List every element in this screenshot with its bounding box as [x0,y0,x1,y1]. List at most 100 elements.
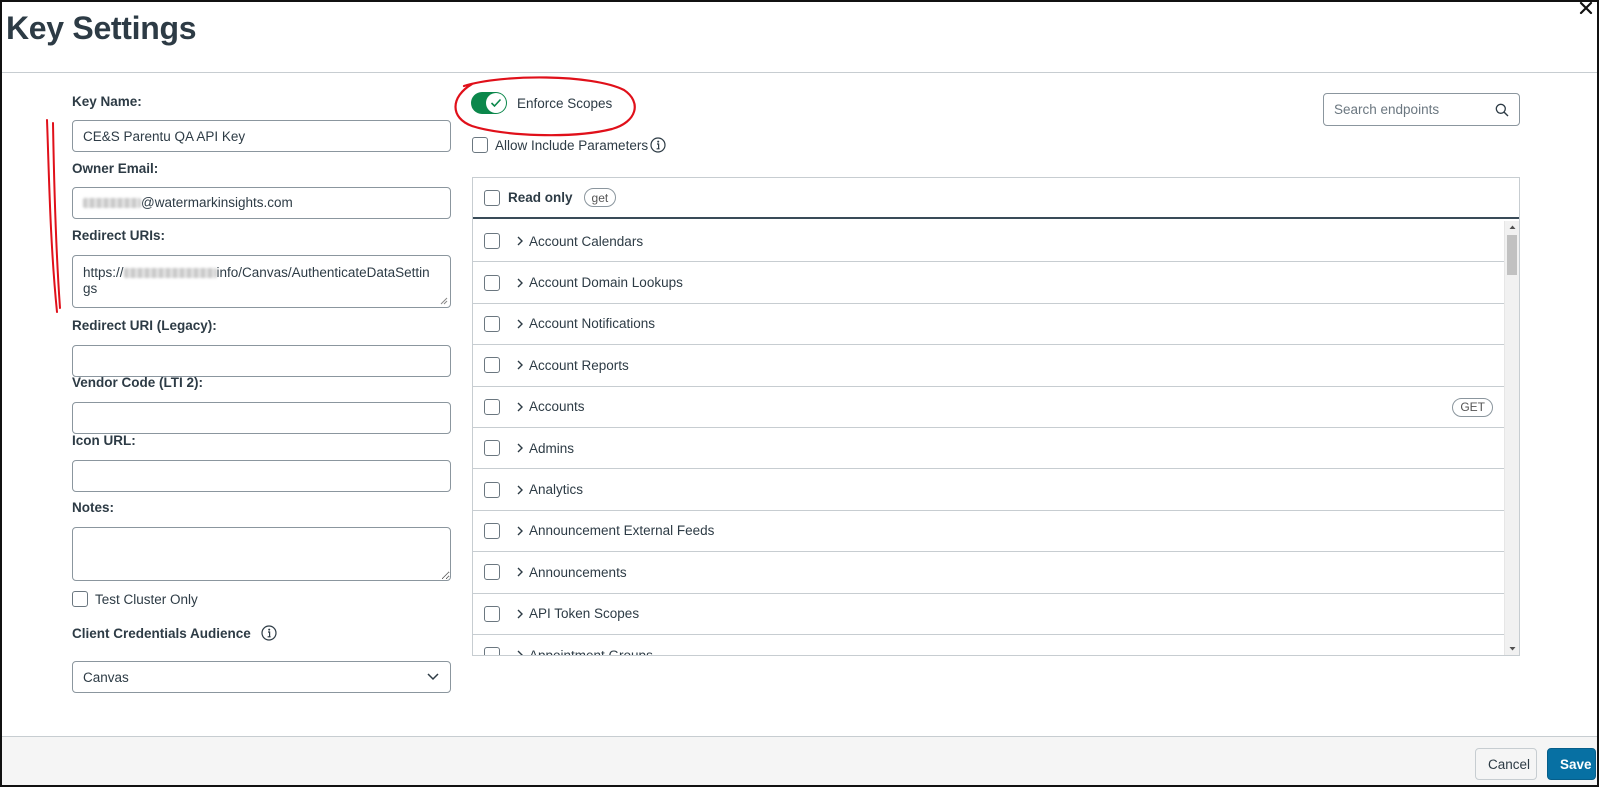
scope-group-name[interactable]: Admins [529,441,574,456]
scope-row[interactable]: Account Calendars [473,221,1505,263]
resize-handle-icon[interactable] [440,297,448,305]
enforce-scopes-toggle[interactable]: Enforce Scopes [471,92,612,114]
scope-group-name[interactable]: Analytics [529,482,583,497]
annotation-bracket [46,119,61,313]
chevron-right-icon[interactable] [514,649,526,655]
scope-checkbox[interactable] [484,647,500,655]
chevron-right-icon[interactable] [514,442,526,454]
search-endpoints-input[interactable]: Search endpoints [1323,93,1520,126]
client-credentials-audience-select[interactable]: Canvas [72,661,451,693]
scope-checkbox[interactable] [484,481,500,498]
chevron-right-icon[interactable] [514,566,526,578]
scope-row[interactable]: Announcements [473,552,1505,594]
close-button[interactable] [1577,2,1595,17]
scope-checkbox[interactable] [484,564,500,581]
read-only-row[interactable]: Read only get [473,178,1519,219]
scroll-down-icon[interactable] [1505,643,1520,655]
redacted-text [83,198,141,209]
test-cluster-only-label: Test Cluster Only [95,591,198,607]
chevron-right-icon[interactable] [514,484,526,496]
scope-row[interactable]: Announcement External Feeds [473,511,1505,553]
redirect-uri-prefix: https:// [83,265,124,280]
close-icon [1579,2,1593,15]
scrollbar-thumb[interactable] [1507,235,1517,275]
method-badge: GET [1452,397,1493,417]
scope-row[interactable]: Appointment Groups [473,635,1505,655]
scope-group-name[interactable]: Appointment Groups [529,648,653,655]
chevron-down-icon [427,673,439,681]
scope-checkbox[interactable] [484,398,500,415]
enforce-scopes-label: Enforce Scopes [517,95,613,111]
key-name-label: Key Name: [72,94,142,109]
scope-checkbox[interactable] [484,315,500,332]
chevron-right-icon[interactable] [514,235,526,247]
key-settings-modal: Key Settings Key Name: Owner Email: @wat… [0,0,1599,787]
scope-row[interactable]: Admins [473,428,1505,470]
redirect-uri-legacy-label: Redirect URI (Legacy): [72,318,217,333]
toggle-knob [486,93,506,113]
scope-group-name[interactable]: Account Notifications [529,316,655,331]
icon-url-label: Icon URL: [72,433,136,448]
scope-group-name[interactable]: Accounts [529,399,585,414]
notes-label: Notes: [72,500,115,515]
redirect-uris-label: Redirect URIs: [72,228,166,243]
notes-textarea[interactable] [72,527,451,581]
icon-url-input[interactable] [72,460,451,492]
test-cluster-only-checkbox[interactable]: Test Cluster Only [72,591,198,607]
checkbox-box[interactable] [472,137,488,153]
scrollbar[interactable] [1504,221,1519,655]
scope-checkbox[interactable] [484,522,500,539]
client-credentials-audience-label: Client Credentials Audience [72,625,251,641]
scope-row[interactable]: Account Reports [473,345,1505,387]
scope-group-name[interactable]: Announcements [529,565,627,580]
chevron-right-icon[interactable] [514,401,526,413]
scroll-up-icon[interactable] [1505,221,1520,233]
scope-row[interactable]: Account Notifications [473,304,1505,346]
key-name-input[interactable] [72,120,451,152]
scope-group-name[interactable]: Announcement External Feeds [529,523,714,538]
scope-row[interactable]: Account Domain Lookups [473,262,1505,304]
chevron-right-icon[interactable] [514,608,526,620]
scope-row[interactable]: Analytics [473,469,1505,511]
scope-group-name[interactable]: API Token Scopes [529,606,639,621]
scope-checkbox[interactable] [484,605,500,622]
allow-include-parameters-label: Allow Include Parameters [495,137,649,153]
scope-group-name[interactable]: Account Reports [529,358,629,373]
scope-checkbox[interactable] [484,440,500,457]
scope-checkbox[interactable] [484,233,500,250]
owner-email-value: @watermarkinsights.com [141,195,293,210]
scope-row[interactable]: API Token Scopes [473,594,1505,635]
owner-email-input[interactable]: @watermarkinsights.com [72,187,451,219]
cancel-button[interactable]: Cancel [1475,748,1537,780]
info-icon[interactable] [650,137,666,153]
chevron-right-icon[interactable] [514,277,526,289]
chevron-right-icon[interactable] [514,318,526,330]
scope-list: Account Calendars Account Domain Lookups A… [473,221,1505,655]
chevron-right-icon[interactable] [514,525,526,537]
scope-checkbox[interactable] [484,357,500,374]
scope-row[interactable]: Accounts GET [473,387,1505,428]
redirect-uri-mid: info/Canvas/AuthenticateDataSettin [216,265,430,280]
toggle-switch[interactable] [471,92,507,114]
scope-group-name[interactable]: Account Calendars [529,234,643,249]
scope-table: Read only get Account Calendars Account D… [472,177,1520,656]
allow-include-parameters-checkbox[interactable]: Allow Include Parameters [472,137,666,153]
owner-email-label: Owner Email: [72,161,159,176]
save-button[interactable]: Save [1547,748,1596,780]
read-only-checkbox[interactable] [484,189,500,206]
selected-value: Canvas [83,669,129,685]
search-icon [1495,103,1509,116]
read-only-label: Read only [508,190,573,205]
vendor-code-input[interactable] [72,402,451,434]
checkmark-icon [490,98,502,108]
info-icon[interactable] [261,625,277,641]
redirect-uri-legacy-input[interactable] [72,345,451,377]
redirect-uris-textarea[interactable]: https:// info/Canvas/AuthenticateDataSett… [72,255,451,308]
redacted-text [123,268,217,279]
checkbox-box[interactable] [72,591,88,607]
modal-title: Key Settings [6,10,197,46]
scope-group-name[interactable]: Account Domain Lookups [529,275,683,290]
scope-checkbox[interactable] [484,274,500,291]
chevron-right-icon[interactable] [514,359,526,371]
redirect-uri-end: gs [83,281,98,296]
